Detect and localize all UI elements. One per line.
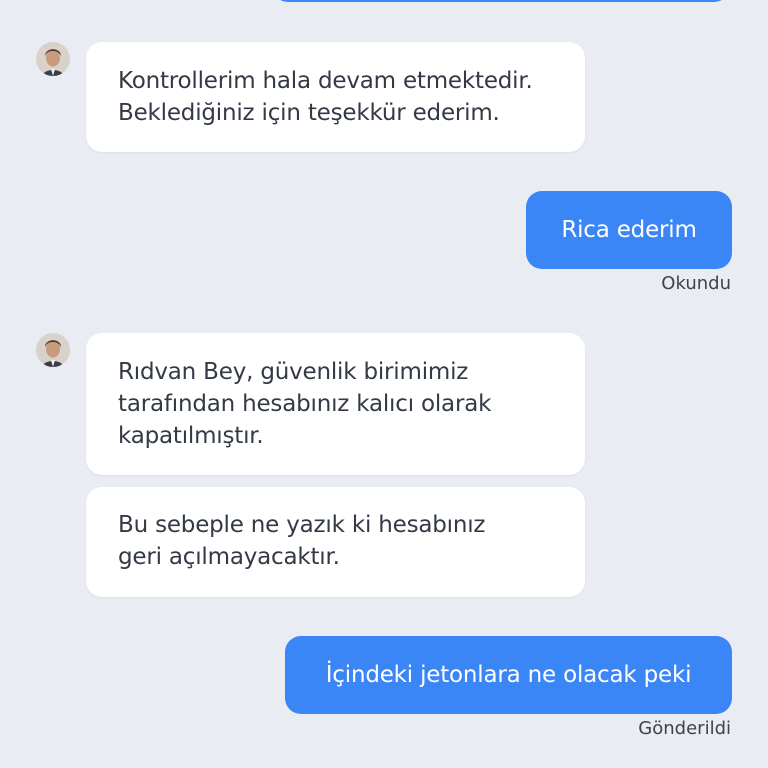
message-text-line: Kontrollerim hala devam etmektedir. [118,68,533,94]
message-text-line: Rıdvan Bey, güvenlik birimimiz [118,359,469,385]
incoming-message-bubble: Kontrollerim hala devam etmektedir. Bekl… [86,42,585,152]
message-text-line: Bu sebeple ne yazık ki hesabınız [118,512,486,538]
message-status-read: Okundu [661,273,731,294]
message-text-line: Beklediğiniz için teşekkür ederim. [118,100,500,126]
message-text: İçindeki jetonlara ne olacak peki [325,662,692,688]
message-text: Rica ederim [561,217,697,243]
message-status-sent: Gönderildi [638,718,731,739]
agent-avatar [36,42,70,76]
message-text-line: geri açılmayacaktır. [118,544,340,570]
message-text-line: kapatılmıştır. [118,423,264,449]
chat-thread: Kontrollerim hala devam etmektedir. Bekl… [0,0,768,768]
outgoing-message-bubble-cropped [272,0,730,2]
agent-avatar [36,333,70,367]
incoming-message-bubble: Bu sebeple ne yazık ki hesabınız geri aç… [86,487,585,597]
outgoing-message-bubble: Rica ederim [526,191,732,269]
outgoing-message-bubble: İçindeki jetonlara ne olacak peki [285,636,732,714]
incoming-message-bubble: Rıdvan Bey, güvenlik birimimiz tarafında… [86,333,585,475]
message-text-line: tarafından hesabınız kalıcı olarak [118,391,492,417]
